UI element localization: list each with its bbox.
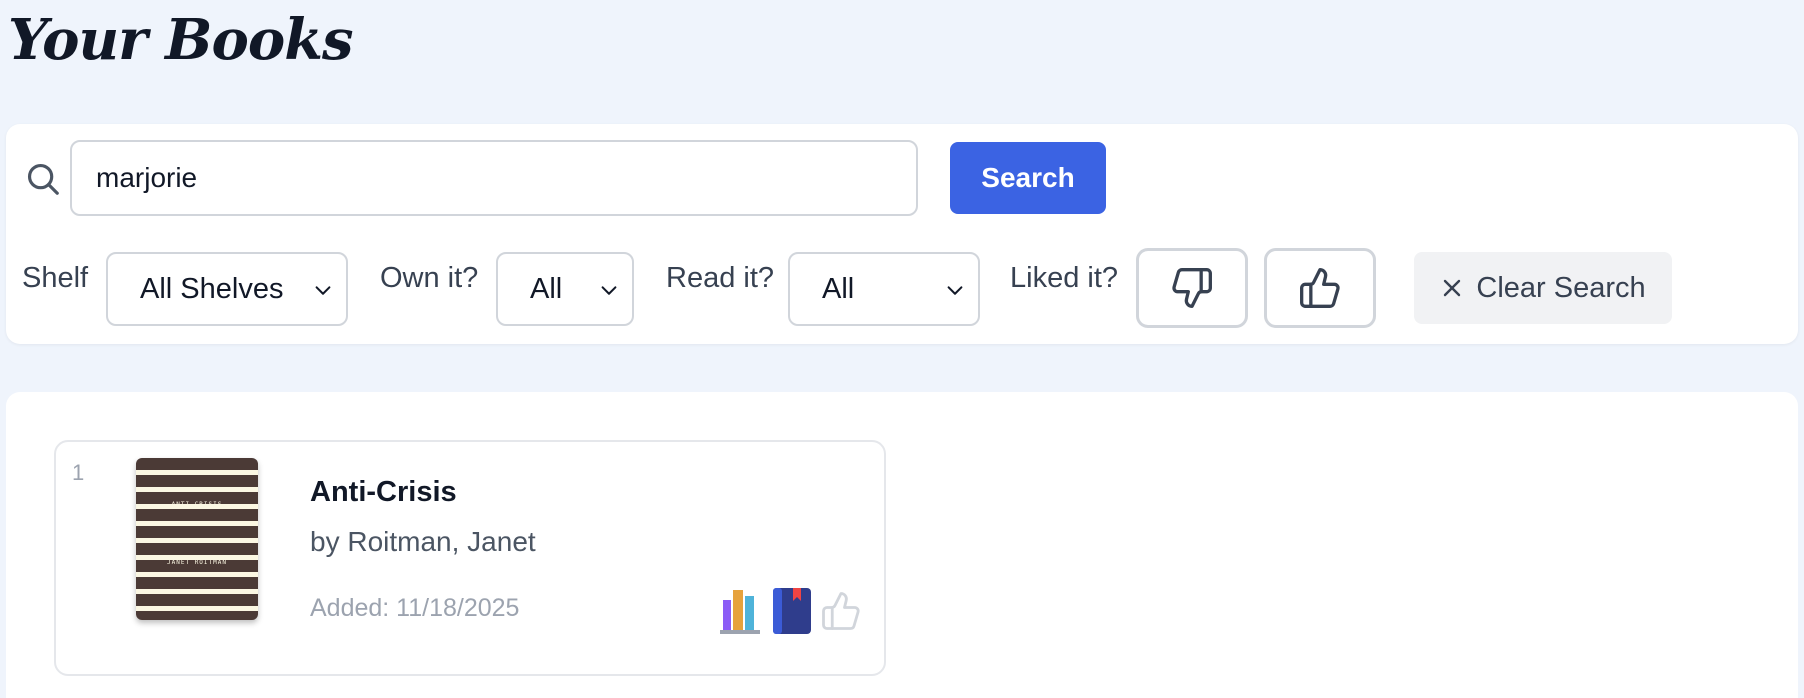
clear-search-label: Clear Search — [1476, 271, 1646, 304]
book-added-date: Added: 11/18/2025 — [310, 594, 520, 622]
shelf-label: Shelf — [22, 262, 89, 294]
liked-label: Liked it? — [1010, 262, 1119, 294]
thumbs-up-icon[interactable] — [820, 590, 862, 632]
search-input[interactable] — [70, 140, 918, 216]
book-card[interactable]: 1 ANTI-CRISIS JANET ROITMAN Anti-Crisis … — [54, 440, 886, 676]
shelf-select-value: All Shelves — [140, 272, 284, 305]
read-select[interactable]: All — [788, 252, 980, 326]
book-icon[interactable] — [772, 586, 812, 636]
chevron-down-icon — [947, 286, 963, 295]
search-button[interactable]: Search — [950, 142, 1106, 214]
own-label: Own it? — [380, 262, 479, 294]
own-select-value: All — [530, 272, 563, 305]
search-panel: Search Shelf All Shelves Own it? All Rea… — [6, 124, 1798, 344]
book-author: by Roitman, Janet — [310, 526, 536, 557]
thumbs-up-button[interactable] — [1264, 248, 1376, 328]
page-title: Your Books — [8, 7, 354, 73]
thumbs-down-button[interactable] — [1136, 248, 1248, 328]
clear-search-button[interactable]: Clear Search — [1414, 252, 1672, 324]
results-panel: 1 ANTI-CRISIS JANET ROITMAN Anti-Crisis … — [6, 392, 1798, 698]
read-label: Read it? — [666, 262, 775, 294]
cover-author: JANET ROITMAN — [167, 559, 227, 566]
thumbs-up-icon — [1300, 268, 1340, 308]
book-cover[interactable]: ANTI-CRISIS JANET ROITMAN — [136, 458, 258, 620]
read-select-value: All — [822, 272, 855, 305]
close-icon — [1444, 279, 1461, 297]
book-index: 1 — [72, 460, 85, 485]
search-icon — [27, 163, 59, 195]
book-title[interactable]: Anti-Crisis — [310, 476, 457, 509]
chevron-down-icon — [601, 286, 617, 295]
chevron-down-icon — [315, 286, 331, 295]
cover-title: ANTI-CRISIS — [171, 501, 223, 508]
own-select[interactable]: All — [496, 252, 634, 326]
thumbs-down-icon — [1172, 268, 1212, 308]
shelves-icon[interactable] — [718, 586, 762, 636]
shelf-select[interactable]: All Shelves — [106, 252, 348, 326]
